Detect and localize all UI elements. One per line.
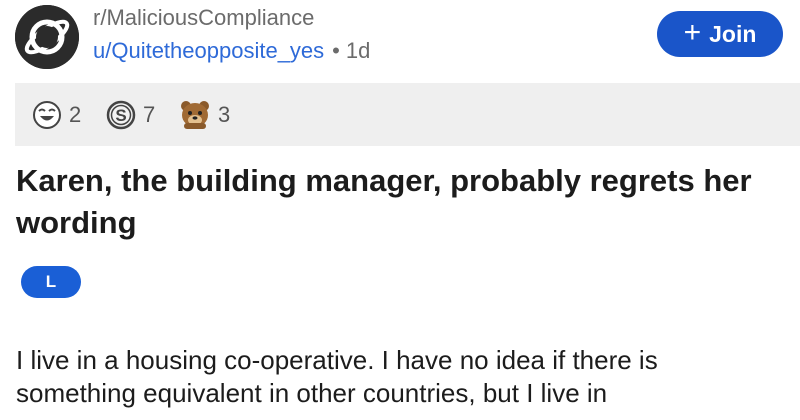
svg-text:S: S <box>115 106 126 125</box>
award-bear[interactable]: 3 <box>178 83 230 146</box>
post-title[interactable]: Karen, the building manager, probably re… <box>16 160 776 244</box>
post-body-line: I live in a housing co-operative. I have… <box>16 345 658 375</box>
awards-bar[interactable]: 2 S 7 3 <box>15 83 800 146</box>
meta-separator: • <box>332 38 340 63</box>
join-button-label: Join <box>709 20 757 47</box>
award-count: 2 <box>69 101 82 127</box>
post-view: r/MaliciousCompliance u/Quitetheopposite… <box>0 0 800 420</box>
join-button[interactable]: + Join <box>657 11 783 57</box>
award-laughing-face[interactable]: 2 <box>31 83 81 146</box>
subreddit-name[interactable]: r/MaliciousCompliance <box>93 5 314 31</box>
author-username[interactable]: u/Quitetheopposite_yes <box>93 38 324 63</box>
post-body: I live in a housing co-operative. I have… <box>16 344 796 410</box>
post-age: 1d <box>345 38 371 63</box>
award-count: 3 <box>218 101 231 127</box>
plus-icon: + <box>683 15 702 49</box>
post-body-line: something equivalent in other countries,… <box>16 378 608 408</box>
award-count: 7 <box>143 101 156 127</box>
laughing-face-award-icon <box>33 100 61 129</box>
subreddit-avatar-icon[interactable] <box>15 5 79 69</box>
post-meta: u/Quitetheopposite_yes • 1d <box>93 38 370 64</box>
post-flair[interactable]: L <box>21 266 81 298</box>
bear-award-icon <box>181 100 209 129</box>
award-silver-coin[interactable]: S 7 <box>105 83 155 146</box>
silver-coin-award-icon: S <box>106 100 136 129</box>
